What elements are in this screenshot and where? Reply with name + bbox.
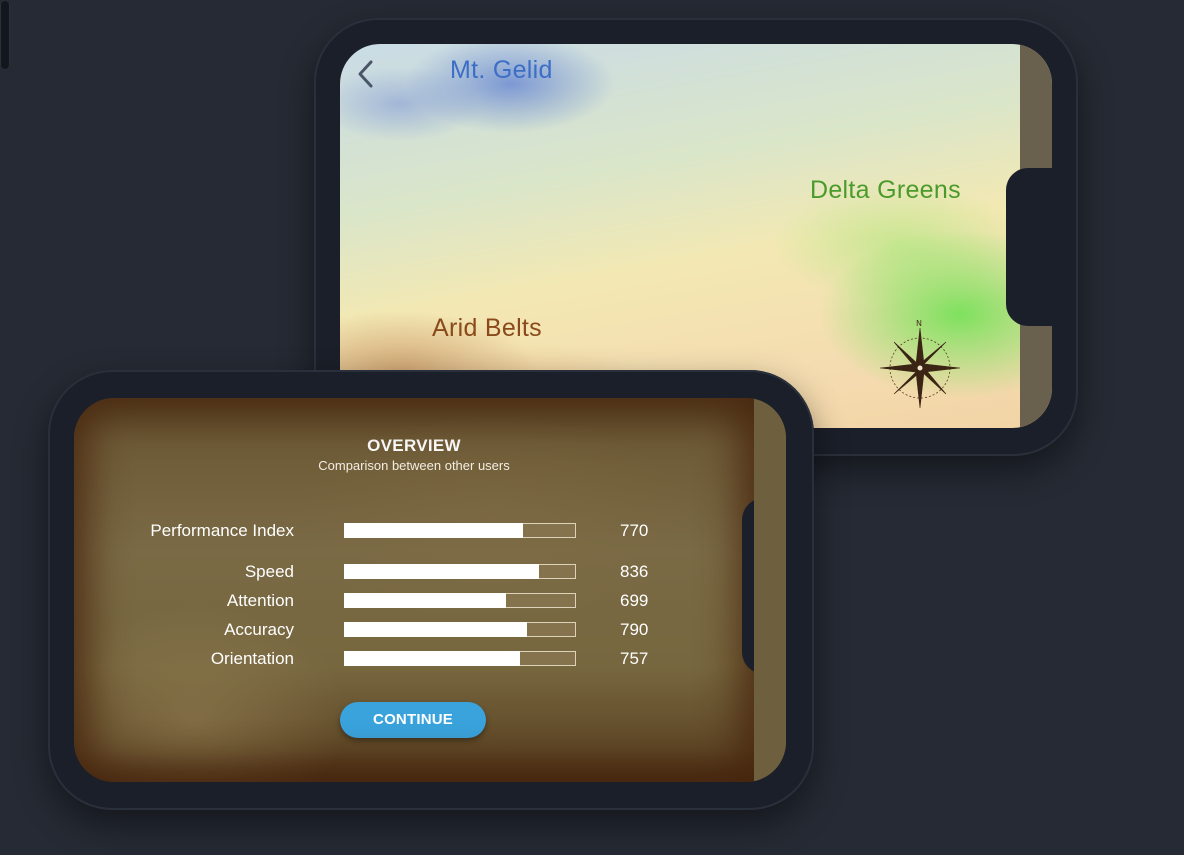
overview-screen: OVERVIEW Comparison between other users … <box>74 398 786 782</box>
stat-label: Speed <box>244 562 294 581</box>
compass-rose-icon: N <box>879 319 961 409</box>
stat-bar <box>344 651 576 666</box>
overview-side-strip <box>754 398 786 782</box>
stat-label: Orientation <box>210 649 294 668</box>
overview-subtitle: Comparison between other users <box>318 458 510 473</box>
stat-label: Performance Index <box>150 521 294 540</box>
overview-phone-frame: OVERVIEW Comparison between other users … <box>48 370 814 810</box>
stat-value: 757 <box>620 649 649 668</box>
stat-row-orientation: Orientation 757 <box>74 648 774 670</box>
stat-value: 836 <box>620 562 649 581</box>
svg-text:N: N <box>916 319 922 328</box>
stat-bar <box>344 523 576 538</box>
stat-value: 790 <box>620 620 649 639</box>
region-delta-greens[interactable]: Delta Greens <box>810 176 961 205</box>
stat-value: 699 <box>620 591 649 610</box>
stat-bar <box>344 593 576 608</box>
region-arid-belts[interactable]: Arid Belts <box>432 314 542 343</box>
stat-label: Accuracy <box>224 620 294 639</box>
stat-label: Attention <box>226 591 294 610</box>
stat-row-attention: Attention 699 <box>74 590 774 612</box>
stat-bar <box>344 622 576 637</box>
phone-side-slot <box>0 0 10 70</box>
stat-row-speed: Speed 836 <box>74 561 774 583</box>
region-mt-gelid[interactable]: Mt. Gelid <box>450 56 553 85</box>
stat-row-accuracy: Accuracy 790 <box>74 619 774 641</box>
stat-bar-fill <box>344 651 521 666</box>
overview-title: OVERVIEW <box>367 436 461 455</box>
phone-notch <box>1006 168 1052 326</box>
stat-bar-fill <box>344 622 528 637</box>
stat-bar <box>344 564 576 579</box>
stat-bar-fill <box>344 593 507 608</box>
continue-button[interactable]: CONTINUE <box>340 702 486 738</box>
stat-value: 770 <box>620 521 649 540</box>
chevron-left-icon[interactable] <box>352 56 378 92</box>
stat-bar-fill <box>344 523 523 538</box>
stat-bar-fill <box>344 564 539 579</box>
stat-row-performance-index: Performance Index 770 <box>74 520 774 542</box>
